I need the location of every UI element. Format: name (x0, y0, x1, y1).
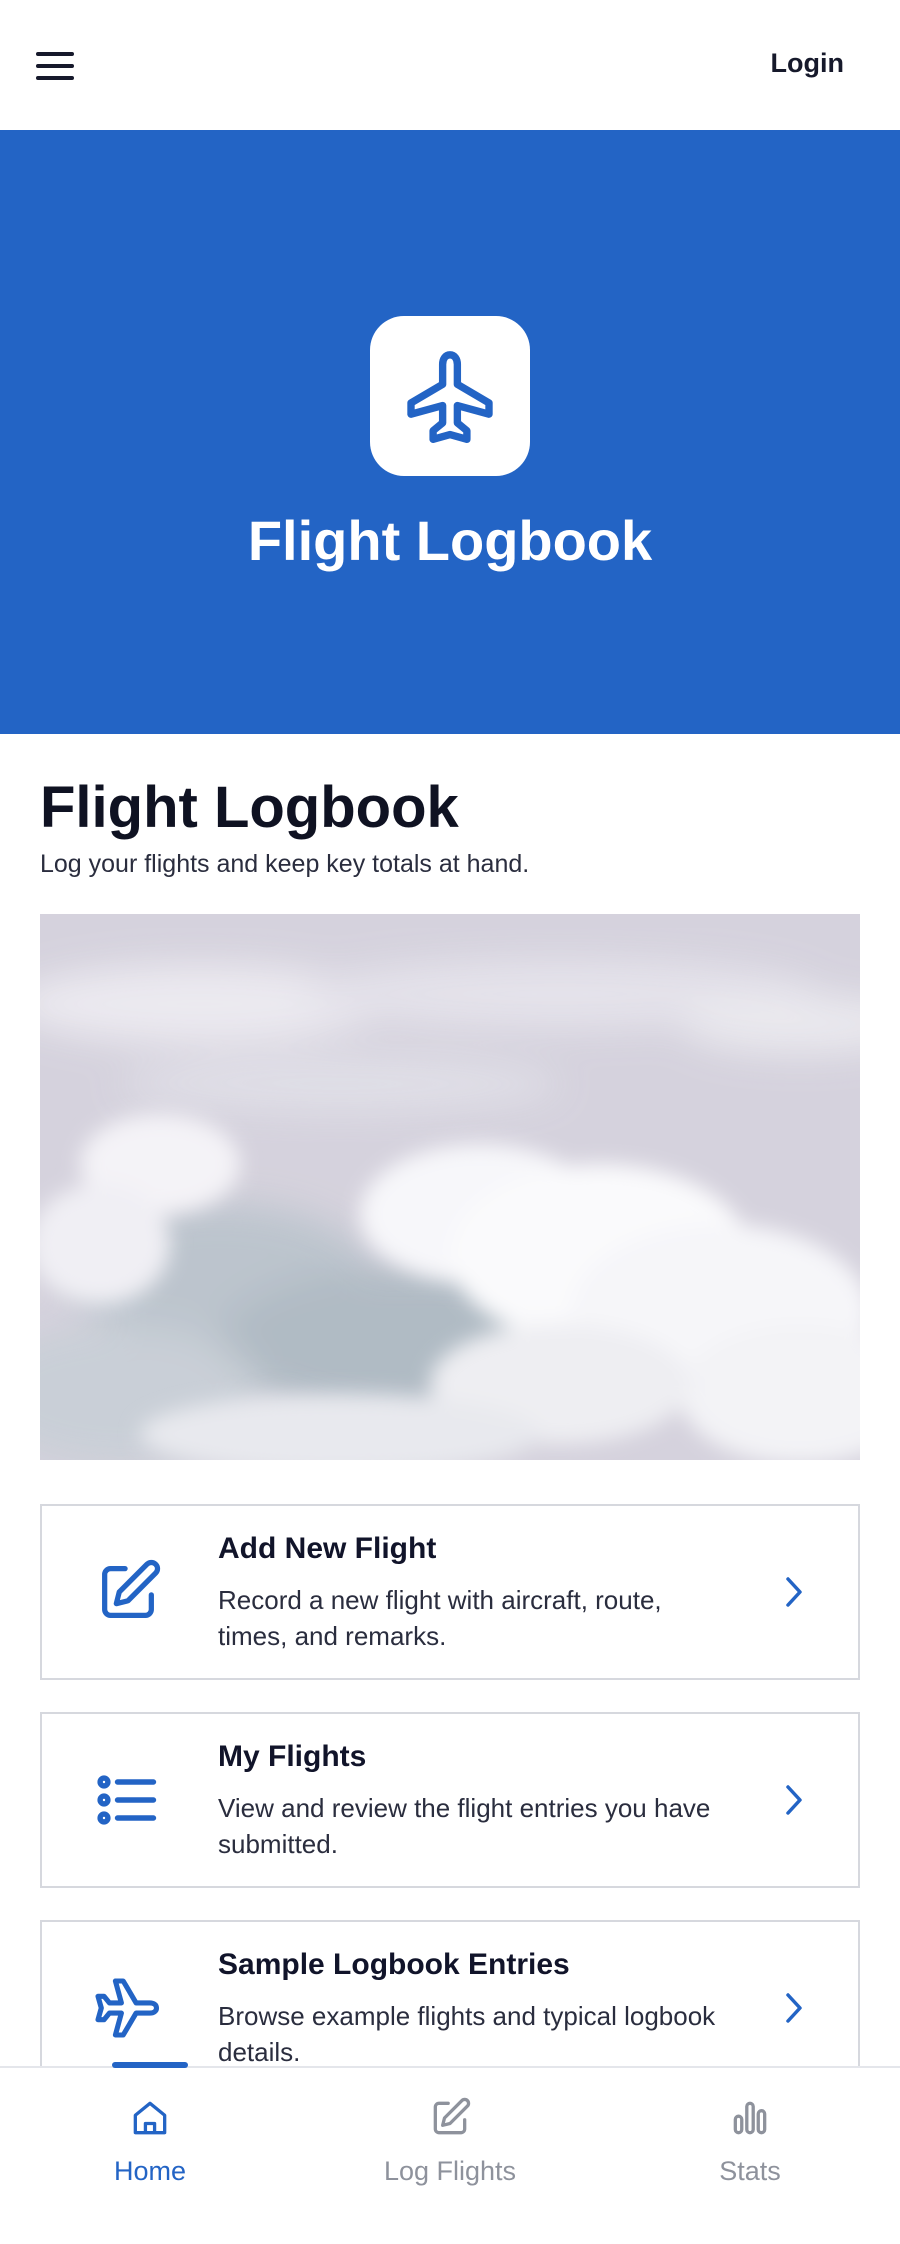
card-title: Add New Flight (218, 1532, 437, 1565)
chevron-right-icon (786, 1785, 802, 1815)
list-icon (92, 1764, 164, 1836)
chevron-right-icon (786, 1577, 802, 1607)
chevron-right-icon (786, 1993, 802, 2023)
hero-title: Flight Logbook (247, 509, 653, 572)
bottom-nav: Home Log Flights Stats (0, 2062, 900, 2244)
page-subtitle: Log your flights and keep key totals at … (40, 850, 530, 878)
card-add-new-flight[interactable]: Add New Flight Record a new flight with … (40, 1504, 860, 1680)
page-title: Flight Logbook (40, 775, 459, 840)
bar-chart-icon (733, 2101, 767, 2135)
card-description: View and review the flight entries you h… (218, 1793, 711, 1859)
airplane-icon (92, 1972, 164, 2044)
edit-icon (92, 1556, 164, 1628)
home-icon (133, 2101, 167, 2135)
card-description: Record a new flight with aircraft, route… (218, 1585, 662, 1651)
nav-item-log-flights[interactable]: Log Flights (300, 2068, 600, 2244)
active-indicator (112, 2062, 188, 2068)
card-title: Sample Logbook Entries (218, 1948, 570, 1981)
app-icon (370, 316, 530, 476)
hero-banner: Flight Logbook (0, 130, 900, 734)
nav-label: Home (113, 2156, 187, 2186)
card-my-flights[interactable]: My Flights View and review the flight en… (40, 1712, 860, 1888)
top-bar: Login (0, 0, 900, 130)
card-title: My Flights (218, 1740, 367, 1773)
airplane-icon (407, 351, 493, 444)
card-description: Browse example flights and typical logbo… (218, 2001, 716, 2067)
nav-label: Log Flights (383, 2156, 517, 2186)
hamburger-menu-icon[interactable] (36, 50, 76, 82)
nav-item-stats[interactable]: Stats (600, 2068, 900, 2244)
edit-icon (433, 2097, 471, 2135)
clouds-image (40, 914, 860, 1460)
nav-item-home[interactable]: Home (0, 2062, 300, 2244)
nav-label: Stats (719, 2156, 781, 2186)
login-link[interactable]: Login (771, 48, 844, 79)
